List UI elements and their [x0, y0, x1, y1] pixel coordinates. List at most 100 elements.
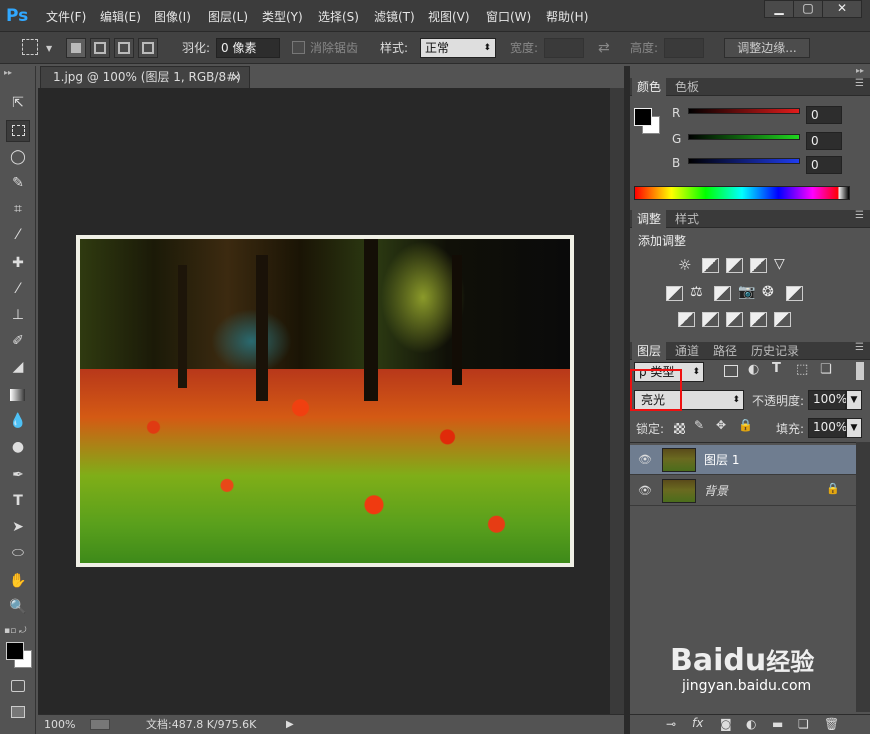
- document-tab[interactable]: 1.jpg @ 100% (图层 1, RGB/8#) * ×: [40, 66, 250, 104]
- tab-channels[interactable]: 通道: [670, 342, 704, 360]
- menu-filter[interactable]: 滤镜(T): [374, 8, 415, 26]
- quick-select-icon[interactable]: ✎: [6, 172, 30, 194]
- marquee-tool-icon[interactable]: [6, 120, 30, 142]
- type-tool-icon[interactable]: T: [6, 490, 30, 512]
- color-lookup-icon[interactable]: [786, 286, 803, 301]
- hue-saturation-icon[interactable]: [666, 286, 683, 301]
- screen-mode-icon[interactable]: [6, 702, 30, 724]
- brightness-icon[interactable]: ☼: [678, 256, 691, 274]
- filter-pixel-icon[interactable]: [724, 365, 738, 377]
- add-mask-icon[interactable]: ◙: [720, 717, 732, 731]
- antialias-checkbox[interactable]: [292, 41, 305, 54]
- filter-toggle[interactable]: [856, 362, 864, 380]
- color-balance-icon[interactable]: ⚖: [690, 284, 703, 300]
- selective-color-icon[interactable]: [750, 312, 767, 327]
- default-colors-icon[interactable]: ▪▫ ⤾: [4, 626, 27, 636]
- layer-name[interactable]: 背景: [704, 482, 728, 499]
- healing-brush-icon[interactable]: ✚: [6, 252, 30, 274]
- close-tab-icon[interactable]: ×: [231, 67, 241, 87]
- menu-file[interactable]: 文件(F): [46, 8, 86, 26]
- fx-icon[interactable]: fx: [692, 716, 703, 730]
- history-brush-icon[interactable]: ✐: [6, 330, 30, 352]
- vertical-scrollbar[interactable]: [610, 88, 624, 714]
- zoom-tool-icon[interactable]: 🔍: [6, 596, 30, 618]
- brush-tool-icon[interactable]: ⁄: [6, 278, 30, 300]
- add-selection-button[interactable]: [90, 38, 110, 58]
- filter-smart-icon[interactable]: ❏: [820, 362, 832, 377]
- panel-menu-icon[interactable]: ☰: [855, 78, 864, 89]
- menu-edit[interactable]: 编辑(E): [100, 8, 141, 26]
- new-layer-icon[interactable]: ❏: [798, 717, 809, 731]
- layer-row-layer1[interactable]: 👁 图层 1: [630, 445, 856, 475]
- lock-pixels-icon[interactable]: ✎: [694, 418, 704, 432]
- lock-transparency-icon[interactable]: [674, 423, 685, 434]
- channel-mixer-icon[interactable]: ❂: [762, 284, 774, 300]
- lock-all-icon[interactable]: 🔒: [738, 418, 753, 432]
- color-spectrum-bar[interactable]: [634, 186, 850, 200]
- minimize-button[interactable]: ▁: [764, 0, 794, 18]
- blur-tool-icon[interactable]: 💧: [6, 410, 30, 432]
- lasso-tool-icon[interactable]: ◯: [6, 146, 30, 168]
- exposure-icon[interactable]: [750, 258, 767, 273]
- link-layers-icon[interactable]: ⊸: [666, 717, 676, 731]
- eye-icon[interactable]: 👁: [638, 484, 652, 498]
- subtract-selection-button[interactable]: [114, 38, 134, 58]
- fill-input[interactable]: 100%: [808, 418, 847, 438]
- color-fg-swatch[interactable]: [634, 108, 652, 126]
- dock-collapse-icon[interactable]: ▸▸: [856, 66, 870, 78]
- new-selection-button[interactable]: [66, 38, 86, 58]
- panel-menu-icon[interactable]: ☰: [855, 210, 864, 221]
- tab-paths[interactable]: 路径: [708, 342, 742, 360]
- ellipse-tool-icon[interactable]: ⬭: [6, 542, 30, 564]
- chevron-down-icon[interactable]: ▼: [46, 44, 52, 53]
- tab-styles[interactable]: 样式: [670, 210, 704, 228]
- foreground-color-swatch[interactable]: [6, 642, 24, 660]
- crop-tool-icon[interactable]: ⌗: [6, 198, 30, 220]
- intersect-selection-button[interactable]: [138, 38, 158, 58]
- height-input[interactable]: [664, 38, 704, 58]
- maximize-button[interactable]: ▢: [793, 0, 823, 18]
- new-adjustment-icon[interactable]: ◐: [746, 717, 756, 731]
- clone-stamp-icon[interactable]: ⊥: [6, 304, 30, 326]
- fill-dropdown-icon[interactable]: ▼: [846, 418, 862, 438]
- width-input[interactable]: [544, 38, 584, 58]
- posterize-icon[interactable]: [702, 312, 719, 327]
- channel-b-input[interactable]: 0: [806, 156, 842, 174]
- menu-help[interactable]: 帮助(H): [546, 8, 588, 26]
- panel-menu-icon[interactable]: ☰: [855, 342, 864, 353]
- collapse-arrows-icon[interactable]: ▸▸: [4, 68, 12, 77]
- tab-history[interactable]: 历史记录: [746, 342, 804, 360]
- new-group-icon[interactable]: ▬: [772, 717, 783, 731]
- tab-swatches[interactable]: 色板: [670, 78, 704, 96]
- eyedropper-icon[interactable]: ⁄: [6, 224, 30, 246]
- levels-icon[interactable]: [702, 258, 719, 273]
- tab-adjustments[interactable]: 调整: [632, 210, 667, 228]
- photo-filter-icon[interactable]: 📷: [738, 284, 755, 300]
- eye-icon[interactable]: 👁: [638, 453, 652, 467]
- filter-adjust-icon[interactable]: ◐: [748, 362, 759, 377]
- eraser-icon[interactable]: ◢: [6, 356, 30, 378]
- style-select[interactable]: 正常 ⬍: [420, 38, 496, 58]
- invert-icon[interactable]: [678, 312, 695, 327]
- filter-shape-icon[interactable]: ⬚: [796, 362, 808, 377]
- document-image[interactable]: [76, 235, 574, 567]
- hand-tool-icon[interactable]: ✋: [6, 570, 30, 592]
- filter-type-icon[interactable]: T: [772, 361, 781, 376]
- tab-layers[interactable]: 图层: [632, 342, 667, 360]
- status-preview-icon[interactable]: [90, 719, 110, 730]
- channel-b-slider[interactable]: [688, 158, 800, 164]
- menu-type[interactable]: 类型(Y): [262, 8, 303, 26]
- menu-select[interactable]: 选择(S): [318, 8, 359, 26]
- zoom-level[interactable]: 100%: [44, 716, 75, 734]
- lock-position-icon[interactable]: ✥: [716, 418, 726, 432]
- curves-icon[interactable]: [726, 258, 743, 273]
- vibrance-icon[interactable]: ▽: [774, 256, 785, 272]
- opacity-dropdown-icon[interactable]: ▼: [846, 390, 862, 410]
- close-window-button[interactable]: ✕: [822, 0, 862, 18]
- layer-name[interactable]: 图层 1: [704, 451, 739, 468]
- menu-layer[interactable]: 图层(L): [208, 8, 248, 26]
- layers-scrollbar[interactable]: [856, 442, 870, 712]
- threshold-icon[interactable]: [726, 312, 743, 327]
- channel-r-input[interactable]: 0: [806, 106, 842, 124]
- tab-color[interactable]: 颜色: [632, 78, 667, 96]
